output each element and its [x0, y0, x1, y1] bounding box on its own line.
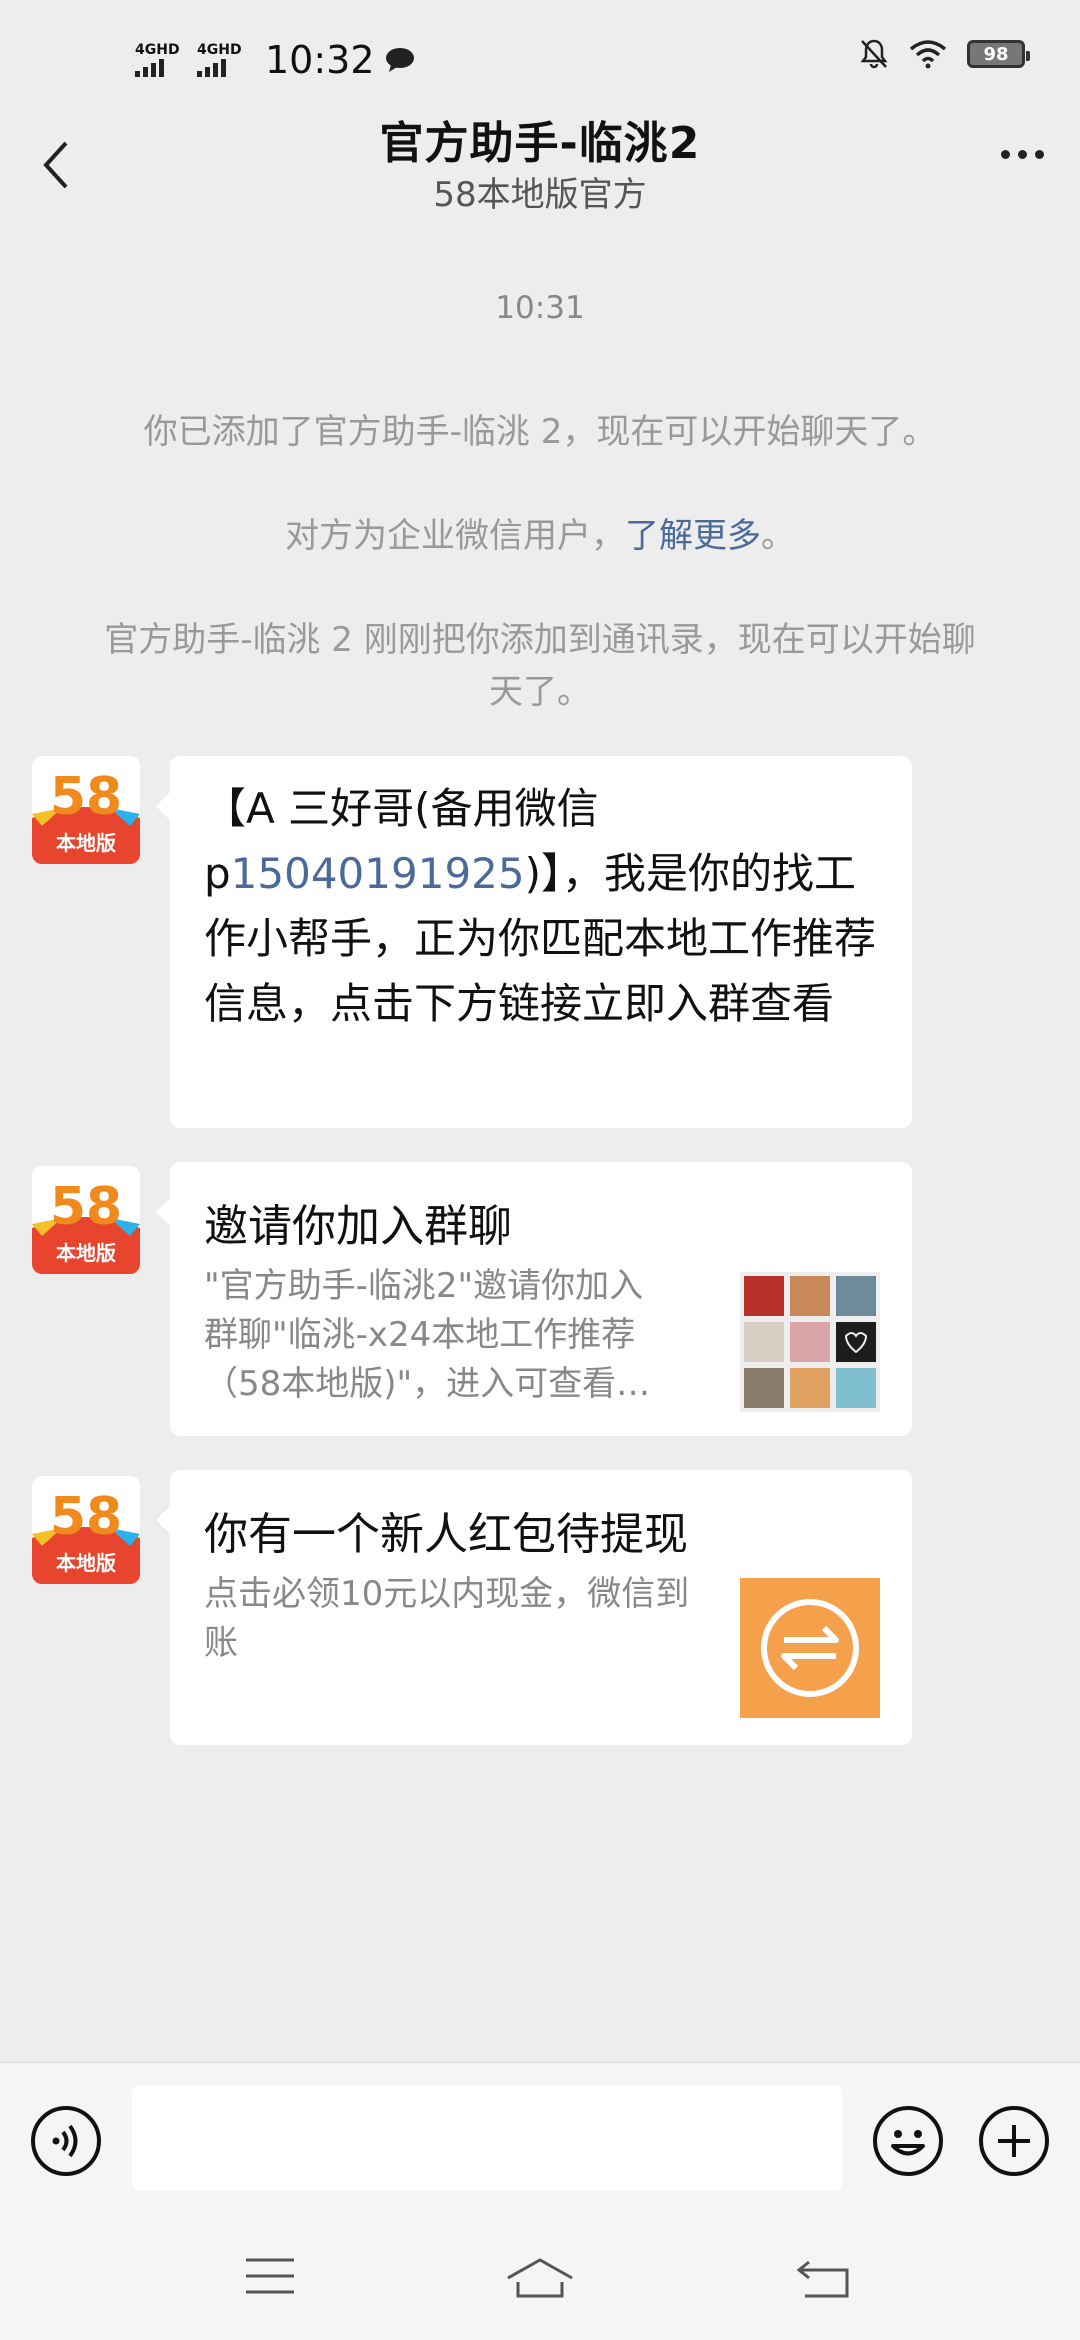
- more-options-icon[interactable]: [1001, 150, 1044, 159]
- red-packet-title: 你有一个新人红包待提现: [204, 1509, 688, 1560]
- system-message-contact-added: 官方助手-临洮 2 刚刚把你添加到通讯录，现在可以开始聊天了。: [104, 620, 976, 712]
- transfer-icon: [740, 1578, 880, 1718]
- enterprise-notice-text: 对方为企业微信用户，: [285, 516, 625, 556]
- phone-number-link[interactable]: 15040191925: [231, 849, 525, 898]
- battery-level: 98: [983, 43, 1009, 65]
- group-avatar-grid-icon: [740, 1272, 880, 1412]
- battery-icon: 98: [967, 40, 1030, 68]
- home-icon[interactable]: [505, 2256, 575, 2300]
- system-navigation-bar: [0, 2218, 1080, 2340]
- chat-subtitle: 58本地版官方: [433, 175, 647, 215]
- mute-bell-icon: [860, 39, 888, 69]
- message-bubble-icon: [385, 48, 414, 72]
- message-input[interactable]: [132, 2085, 842, 2191]
- message-text: 【A 三好哥(备用微信 p15040191925)】，我是你的找工作小帮手，正为…: [170, 756, 912, 1056]
- avatar-number: 58: [50, 1487, 122, 1547]
- avatar-number: 58: [50, 767, 122, 827]
- chat-input-bar: [0, 2062, 1080, 2218]
- enterprise-notice-suffix: 。: [761, 516, 795, 556]
- signal-icon-sim2: 4GHD: [197, 43, 249, 77]
- status-time: 10:32: [265, 38, 375, 82]
- 58-logo-icon: 58 本地版: [32, 1166, 140, 1274]
- red-packet-description: 点击必领10元以内现金，微信到账: [204, 1574, 690, 1663]
- message-timestamp: 10:31: [495, 290, 585, 326]
- menu-icon[interactable]: [244, 2256, 296, 2296]
- 58-logo-icon: 58 本地版: [32, 756, 140, 864]
- learn-more-link[interactable]: 了解更多: [625, 516, 761, 556]
- network-type-2: 4GHD: [197, 42, 242, 58]
- 58-logo-icon: 58 本地版: [32, 1476, 140, 1584]
- back-nav-icon[interactable]: [795, 2256, 851, 2300]
- avatar-label: 本地版: [56, 831, 116, 855]
- signal-icon-sim1: 4GHD: [135, 43, 187, 77]
- avatar-label: 本地版: [56, 1551, 116, 1575]
- red-packet-card[interactable]: 你有一个新人红包待提现 点击必领10元以内现金，微信到账: [156, 1470, 912, 1745]
- emoji-icon[interactable]: [872, 2105, 944, 2177]
- chat-header: 官方助手-临洮2 58本地版官方: [0, 95, 1080, 215]
- group-invite-card[interactable]: 邀请你加入群聊 "官方助手-临洮2"邀请你加入群聊"临洮-x24本地工作推荐（5…: [156, 1162, 912, 1436]
- add-more-icon[interactable]: [978, 2105, 1050, 2177]
- voice-input-icon[interactable]: [30, 2105, 102, 2177]
- wifi-icon: [909, 40, 947, 69]
- network-type-1: 4GHD: [135, 42, 180, 58]
- text-message-bubble[interactable]: 【A 三好哥(备用微信 p15040191925)】，我是你的找工作小帮手，正为…: [156, 756, 912, 1128]
- system-message-enterprise: 对方为企业微信用户，了解更多。: [80, 510, 1000, 562]
- avatar-label: 本地版: [56, 1241, 116, 1265]
- sender-avatar[interactable]: 58 本地版: [32, 1476, 140, 1584]
- group-invite-title: 邀请你加入群聊: [204, 1201, 512, 1252]
- avatar-number: 58: [50, 1177, 122, 1237]
- sender-avatar[interactable]: 58 本地版: [32, 1166, 140, 1274]
- system-message-added: 你已添加了官方助手-临洮 2，现在可以开始聊天了。: [143, 412, 937, 452]
- chat-title: 官方助手-临洮2: [379, 118, 701, 169]
- group-invite-description: "官方助手-临洮2"邀请你加入群聊"临洮-x24本地工作推荐（58本地版)"，进…: [204, 1266, 651, 1404]
- sender-avatar[interactable]: 58 本地版: [32, 756, 140, 864]
